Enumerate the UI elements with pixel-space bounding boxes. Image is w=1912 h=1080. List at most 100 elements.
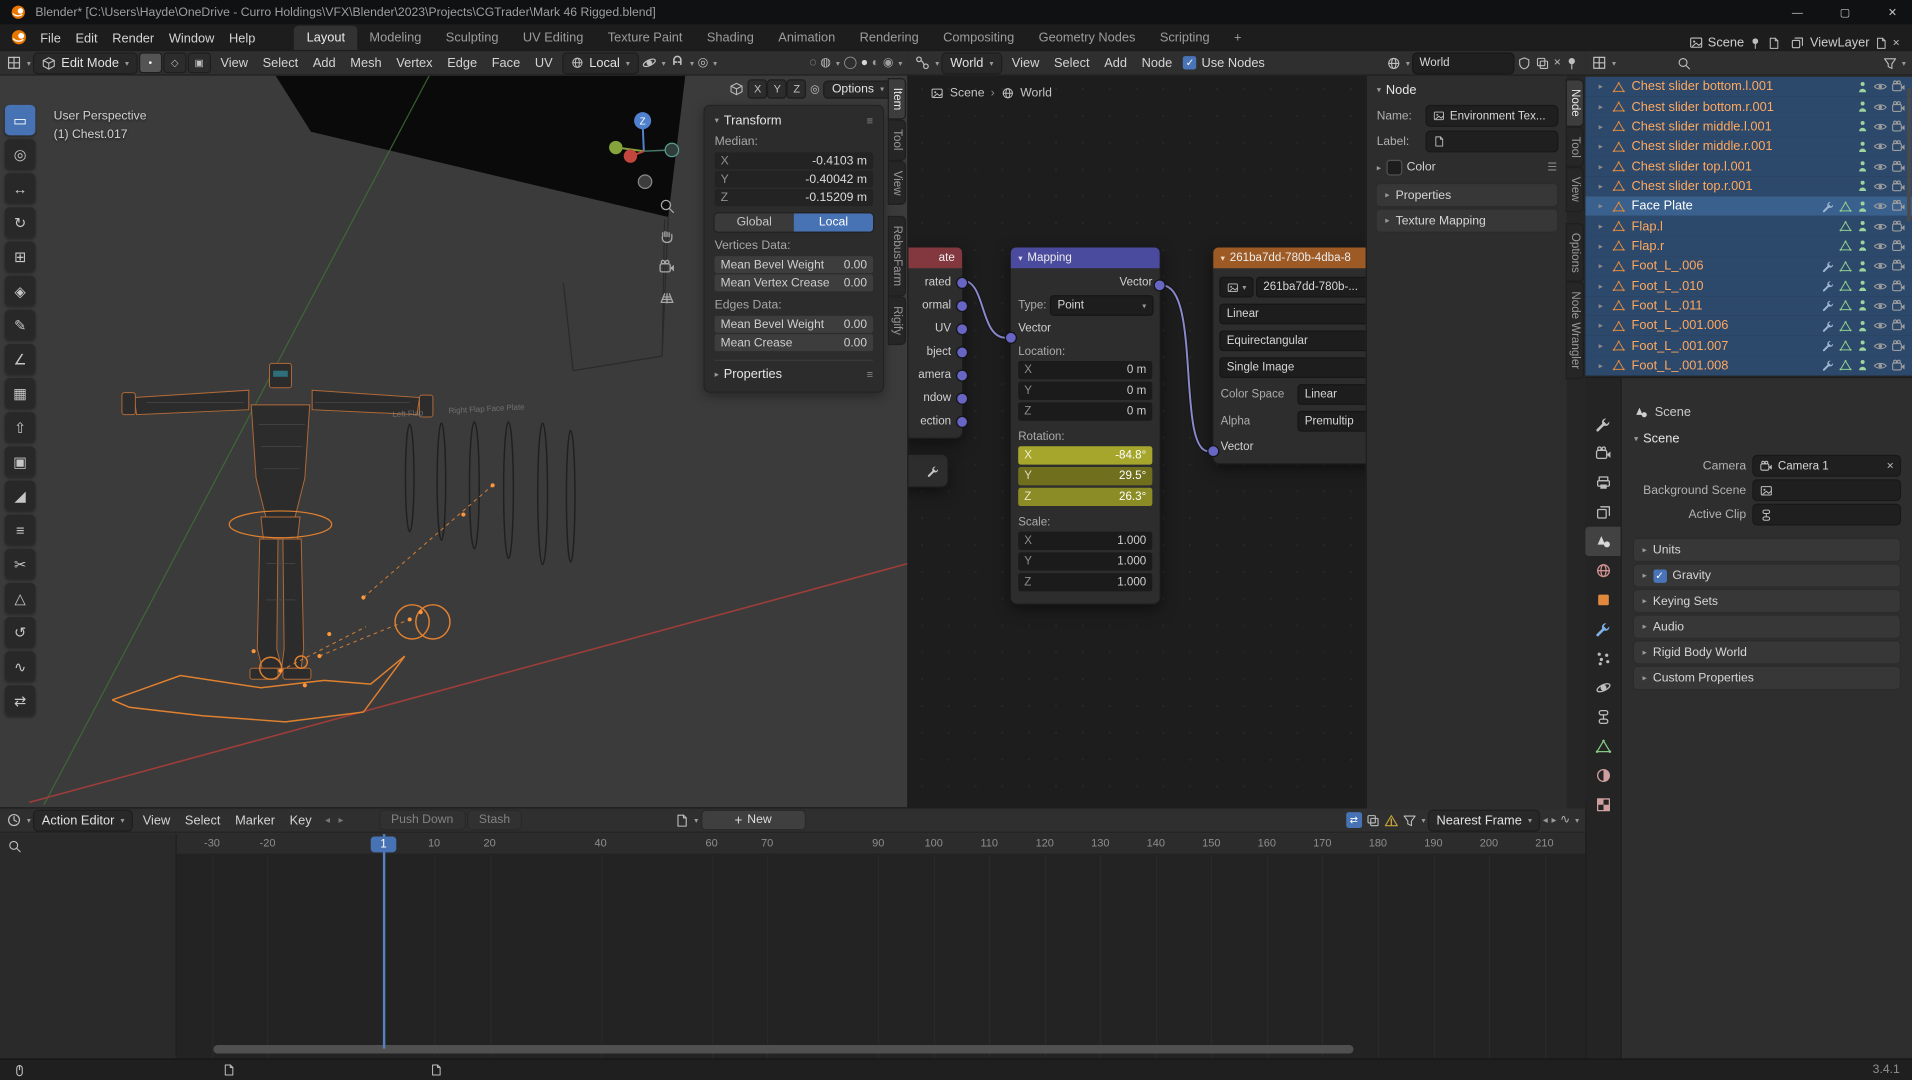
- navigation-gizmo[interactable]: Z: [607, 107, 683, 192]
- properties-tab-object-data[interactable]: [1585, 732, 1620, 761]
- shading-rendered-icon[interactable]: ◉: [883, 56, 894, 69]
- scale-x-field[interactable]: X 1.000: [1018, 531, 1153, 550]
- dope-menu-marker[interactable]: Marker: [228, 810, 282, 830]
- output-socket[interactable]: [957, 346, 967, 357]
- node-sidebar-tab-view[interactable]: View: [1566, 168, 1583, 211]
- options-dropdown[interactable]: Options ▾: [824, 81, 892, 97]
- select-mode-face-button[interactable]: ▣: [188, 53, 210, 72]
- workspace-tab-rendering[interactable]: Rendering: [847, 26, 930, 50]
- viewport-menu-edge[interactable]: Edge: [440, 53, 485, 73]
- workspace-tab-modeling[interactable]: Modeling: [357, 26, 433, 50]
- output-socket[interactable]: [957, 300, 967, 311]
- disable-render-icon[interactable]: [1891, 279, 1906, 294]
- node-canvas[interactable]: Scene › World ate rated ormal UV bject amera…: [908, 75, 1586, 809]
- tool-edge-slide[interactable]: ⇄: [4, 685, 36, 716]
- outliner-row[interactable]: ▸ Foot_L_.011: [1585, 296, 1912, 316]
- mapping-type-dropdown[interactable]: Point ▾: [1051, 296, 1153, 315]
- node-menu-view[interactable]: View: [1004, 53, 1046, 73]
- shading-material-icon[interactable]: ◐: [872, 56, 879, 69]
- node-menu-select[interactable]: Select: [1047, 53, 1097, 73]
- node-name-field[interactable]: Environment Tex...: [1426, 106, 1558, 126]
- camera-view-icon[interactable]: [658, 259, 675, 276]
- properties-tab-particles[interactable]: [1585, 644, 1620, 673]
- new-world-icon[interactable]: [1535, 55, 1550, 70]
- node-sidebar-tab-options[interactable]: Options: [1566, 223, 1583, 281]
- camera-field[interactable]: Camera 1 ×: [1753, 456, 1900, 476]
- clipped-node[interactable]: [908, 454, 948, 487]
- expand-icon[interactable]: ▸: [1599, 162, 1609, 172]
- mean-vertex-crease-field[interactable]: Mean Vertex Crease 0.00: [714, 274, 874, 292]
- disable-render-icon[interactable]: [1891, 259, 1906, 274]
- sidebar-tab-rigify[interactable]: Rigify: [888, 297, 905, 344]
- disable-render-icon[interactable]: [1891, 79, 1906, 94]
- panel-rigid-body-world[interactable]: ▸ Rigid Body World: [1633, 641, 1900, 664]
- proportional-edit-icon[interactable]: ◎: [698, 56, 709, 69]
- current-frame-line[interactable]: [382, 834, 386, 1049]
- local-button[interactable]: Local: [793, 213, 874, 232]
- expand-icon[interactable]: ▸: [1599, 142, 1609, 152]
- transform-panel-title[interactable]: Transform: [724, 113, 782, 128]
- viewport-menu-vertex[interactable]: Vertex: [389, 53, 440, 73]
- hide-icon[interactable]: [1873, 179, 1888, 194]
- scene-section-title[interactable]: Scene: [1643, 432, 1679, 447]
- output-socket[interactable]: [957, 393, 967, 404]
- outliner-row[interactable]: ▸ Foot_L_.006: [1585, 256, 1912, 277]
- panel-audio[interactable]: ▸ Audio: [1633, 615, 1900, 638]
- pan-icon[interactable]: [658, 228, 675, 245]
- next-keyframe-icon[interactable]: ▸: [1551, 815, 1556, 826]
- stash-button[interactable]: Stash: [467, 810, 522, 830]
- expand-icon[interactable]: ▸: [1599, 301, 1609, 311]
- properties-tab-object[interactable]: [1585, 585, 1620, 614]
- close-button[interactable]: ✕: [1873, 0, 1912, 24]
- location-z-field[interactable]: Z0 m: [1018, 402, 1153, 421]
- tool-transform[interactable]: ◈: [4, 275, 36, 307]
- node-label-field[interactable]: [1426, 131, 1558, 152]
- shading-wireframe-icon[interactable]: ◯: [843, 56, 857, 69]
- disable-render-icon[interactable]: [1891, 339, 1906, 354]
- mode-dropdown[interactable]: Edit Mode ▾: [34, 53, 137, 73]
- hide-icon[interactable]: [1873, 259, 1888, 274]
- browse-world-icon[interactable]: [1386, 55, 1401, 70]
- expand-icon[interactable]: ▸: [1599, 361, 1609, 371]
- maximize-button[interactable]: ▢: [1825, 0, 1864, 24]
- prev-action-icon[interactable]: ◂: [323, 815, 333, 826]
- outliner-row[interactable]: ▸ Chest slider middle.l.001: [1585, 116, 1912, 137]
- outliner-row[interactable]: ▸ Chest slider top.l.001: [1585, 156, 1912, 177]
- properties-tab-texture[interactable]: [1585, 790, 1620, 819]
- orthographic-icon[interactable]: [658, 289, 675, 306]
- mean-bevel-weight-field[interactable]: Mean Bevel Weight 0.00: [714, 256, 874, 274]
- viewport-menu-uv[interactable]: UV: [528, 53, 560, 73]
- dope-menu-key[interactable]: Key: [282, 810, 319, 830]
- scale-z-field[interactable]: Z 1.000: [1018, 573, 1153, 592]
- mirror-z-button[interactable]: Z: [788, 80, 806, 98]
- vector-input-socket[interactable]: [1208, 446, 1219, 457]
- outliner-row[interactable]: ▸ Flap.l: [1585, 216, 1912, 237]
- expand-icon[interactable]: ▸: [1599, 221, 1609, 232]
- expand-icon[interactable]: ▸: [1599, 241, 1609, 252]
- outliner-row[interactable]: ▸ Chest slider bottom.r.001: [1585, 96, 1912, 117]
- sidebar-tab-tool[interactable]: Tool: [888, 121, 905, 160]
- filter-icon[interactable]: [1882, 55, 1897, 70]
- outliner-row[interactable]: ▸ Chest slider bottom.l.001: [1585, 76, 1912, 97]
- menu-render[interactable]: Render: [105, 29, 162, 49]
- prev-keyframe-icon[interactable]: ◂: [1543, 815, 1548, 826]
- hide-icon[interactable]: [1873, 339, 1888, 354]
- expand-icon[interactable]: ▸: [1599, 122, 1609, 132]
- mirror-y-button[interactable]: Y: [768, 80, 786, 98]
- hide-icon[interactable]: [1873, 219, 1888, 234]
- outliner-row[interactable]: ▸ Foot_L_.001.007: [1585, 335, 1912, 356]
- editor-type-icon[interactable]: [1591, 55, 1607, 71]
- properties-tab-physics[interactable]: [1585, 673, 1620, 702]
- tool-inset-faces[interactable]: ▣: [4, 446, 36, 477]
- auto-snap-icon[interactable]: ⇄: [1345, 812, 1362, 828]
- outliner-row[interactable]: ▸ Foot_L_.010: [1585, 276, 1912, 297]
- hide-icon[interactable]: [1873, 239, 1888, 254]
- keyframe-area[interactable]: [176, 854, 1586, 1059]
- scale-y-field[interactable]: Y 1.000: [1018, 552, 1153, 571]
- unlink-world-icon[interactable]: ×: [1554, 56, 1561, 69]
- filter-icon[interactable]: [1402, 813, 1417, 828]
- sidebar-tab-view[interactable]: View: [888, 162, 905, 205]
- mapping-node[interactable]: ▾ Mapping Vector Type: Point ▾ Vector Loca…: [1005, 247, 1165, 604]
- select-mode-edge-button[interactable]: ◇: [164, 53, 186, 72]
- modifiers-icon[interactable]: ∿: [1560, 813, 1570, 826]
